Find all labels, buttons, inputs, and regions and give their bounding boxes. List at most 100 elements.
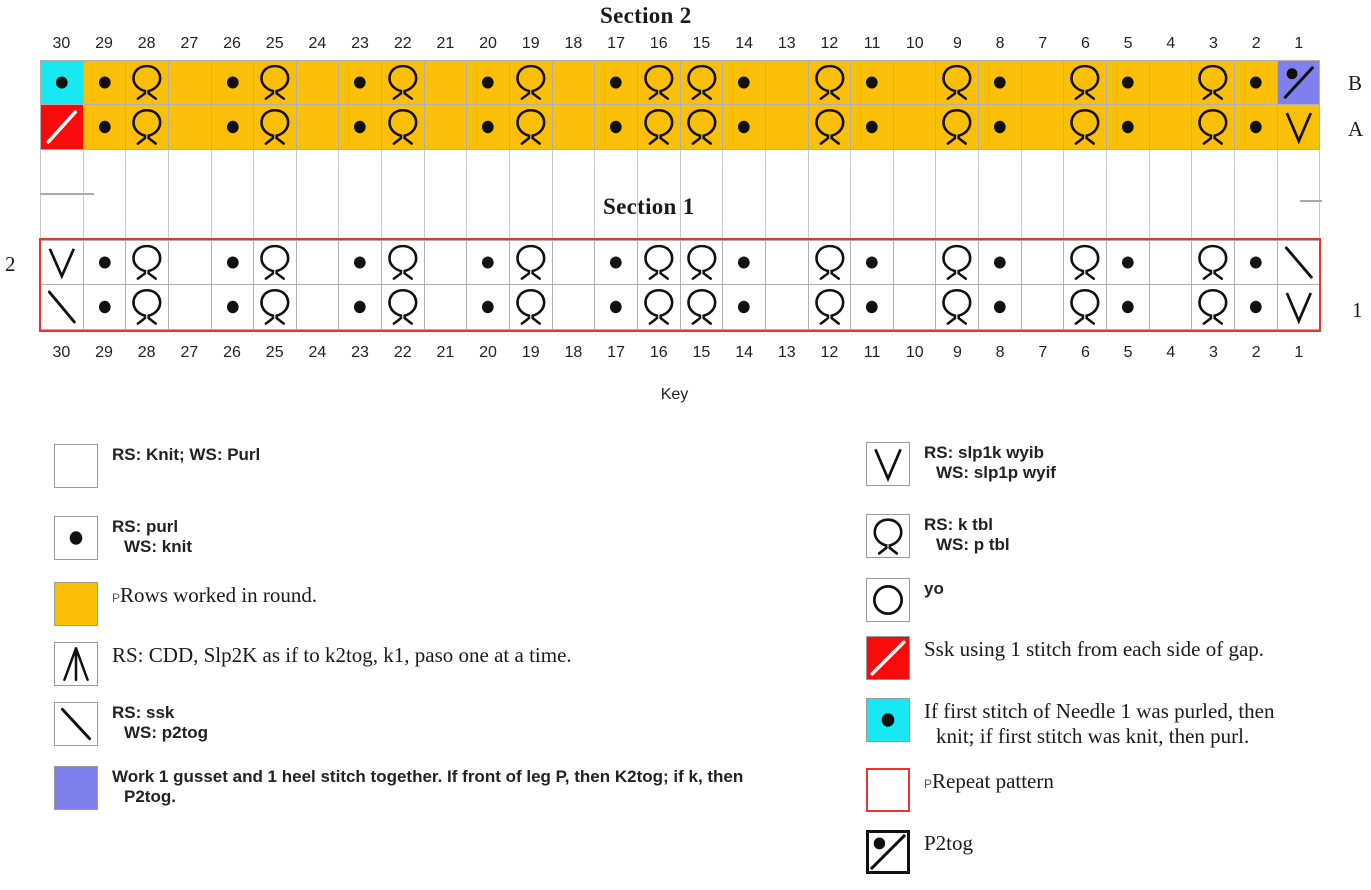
chart-cell[interactable] [1234, 285, 1278, 330]
chart-cell[interactable] [424, 60, 468, 105]
chart-cell[interactable] [211, 240, 255, 285]
chart-cell[interactable] [510, 60, 553, 105]
chart-cell[interactable] [1192, 285, 1235, 330]
chart-cell[interactable] [1149, 285, 1193, 330]
legend-item[interactable]: PRepeat pattern [866, 768, 1054, 812]
chart-cell[interactable] [723, 240, 766, 285]
chart-cell[interactable] [467, 105, 511, 150]
chart-cell[interactable] [296, 60, 340, 105]
chart-cell[interactable] [808, 60, 852, 105]
chart-cell[interactable] [1064, 60, 1108, 105]
chart-cell[interactable] [1149, 240, 1193, 285]
chart-cell[interactable] [211, 105, 255, 150]
legend-item[interactable]: yo [866, 578, 944, 622]
chart-cell[interactable] [680, 285, 724, 330]
chart-cell[interactable] [467, 285, 511, 330]
chart-cell[interactable] [339, 285, 383, 330]
chart-cell[interactable] [851, 240, 894, 285]
chart-cell[interactable] [936, 285, 980, 330]
chart-cell[interactable] [382, 240, 425, 285]
chart-cell[interactable] [1021, 240, 1065, 285]
chart-cell[interactable] [424, 285, 468, 330]
chart-cell[interactable] [1021, 105, 1065, 150]
chart-cell[interactable] [424, 240, 468, 285]
chart-cell[interactable] [254, 285, 297, 330]
chart-cell[interactable] [1064, 240, 1108, 285]
chart-cell[interactable] [510, 240, 553, 285]
chart-cell[interactable] [680, 105, 724, 150]
chart-cell[interactable] [808, 105, 852, 150]
chart-cell[interactable] [1277, 285, 1321, 330]
chart-cell[interactable] [893, 105, 937, 150]
chart-cell[interactable] [979, 105, 1022, 150]
legend-item[interactable]: RS: CDD, Slp2K as if to k2tog, k1, paso … [54, 642, 572, 686]
chart-cell[interactable] [168, 60, 212, 105]
legend-item[interactable]: RS: Knit; WS: Purl [54, 444, 260, 488]
chart-cell[interactable] [382, 285, 425, 330]
chart-cell[interactable] [979, 285, 1022, 330]
chart-cell[interactable] [1192, 240, 1235, 285]
legend-item[interactable]: RS: purl WS: knit [54, 516, 192, 560]
chart-cell[interactable] [1107, 105, 1150, 150]
chart-cell[interactable] [467, 60, 511, 105]
legend-item[interactable]: RS: k tbl WS: p tbl [866, 514, 1010, 558]
chart-cell[interactable] [168, 105, 212, 150]
chart-cell[interactable] [893, 60, 937, 105]
chart-cell[interactable] [808, 285, 852, 330]
chart-cell[interactable] [211, 285, 255, 330]
chart-cell[interactable] [1149, 105, 1193, 150]
chart-cell[interactable] [552, 285, 596, 330]
chart-cell[interactable] [637, 105, 681, 150]
legend-item[interactable]: PRows worked in round. [54, 582, 317, 626]
chart-cell[interactable] [893, 240, 937, 285]
chart-cell[interactable] [893, 285, 937, 330]
legend-item[interactable]: RS: slp1k wyib WS: slp1p wyif [866, 442, 1056, 486]
chart-cell[interactable] [637, 60, 681, 105]
legend-item[interactable]: Ssk using 1 stitch from each side of gap… [866, 636, 1264, 680]
chart-cell[interactable] [254, 240, 297, 285]
chart-cell[interactable] [1149, 60, 1193, 105]
chart-cell[interactable] [254, 105, 297, 150]
chart-cell[interactable] [126, 60, 169, 105]
chart-cell[interactable] [1277, 240, 1321, 285]
chart-cell[interactable] [510, 285, 553, 330]
chart-cell[interactable] [595, 105, 638, 150]
chart-cell[interactable] [1234, 105, 1278, 150]
chart-cell[interactable] [83, 240, 127, 285]
chart-cell[interactable] [40, 60, 84, 105]
chart-cell[interactable] [595, 60, 638, 105]
chart-cell[interactable] [1234, 240, 1278, 285]
chart-cell[interactable] [552, 105, 596, 150]
chart-cell[interactable] [254, 60, 297, 105]
chart-cell[interactable] [979, 240, 1022, 285]
chart-cell[interactable] [595, 285, 638, 330]
chart-cell[interactable] [168, 240, 212, 285]
chart-cell[interactable] [424, 105, 468, 150]
legend-item[interactable]: If first stitch of Needle 1 was purled, … [866, 698, 1274, 749]
chart-cell[interactable] [211, 60, 255, 105]
chart-cell[interactable] [339, 105, 383, 150]
chart-cell[interactable] [765, 240, 809, 285]
chart-cell[interactable] [1234, 60, 1278, 105]
chart-cell[interactable] [680, 240, 724, 285]
chart-cell[interactable] [808, 240, 852, 285]
chart-cell[interactable] [680, 60, 724, 105]
chart-cell[interactable] [552, 60, 596, 105]
chart-cell[interactable] [83, 60, 127, 105]
legend-item[interactable]: RS: ssk WS: p2tog [54, 702, 208, 746]
chart-cell[interactable] [1021, 60, 1065, 105]
chart-cell[interactable] [382, 105, 425, 150]
chart-cell[interactable] [1021, 285, 1065, 330]
chart-cell[interactable] [936, 240, 980, 285]
chart-cell[interactable] [936, 105, 980, 150]
chart-cell[interactable] [979, 60, 1022, 105]
chart-cell[interactable] [296, 240, 340, 285]
chart-cell[interactable] [851, 60, 894, 105]
chart-cell[interactable] [510, 105, 553, 150]
chart-cell[interactable] [1277, 105, 1321, 150]
chart-cell[interactable] [637, 285, 681, 330]
chart-cell[interactable] [296, 105, 340, 150]
chart-cell[interactable] [40, 285, 84, 330]
chart-cell[interactable] [1064, 285, 1108, 330]
chart-cell[interactable] [1107, 240, 1150, 285]
